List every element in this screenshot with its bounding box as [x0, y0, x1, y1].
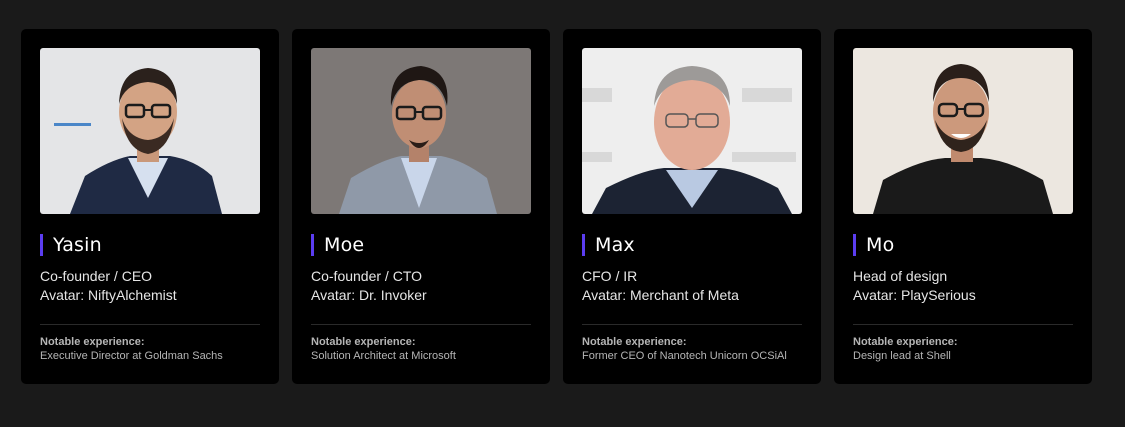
- divider: [40, 324, 260, 325]
- accent-bar: [853, 234, 856, 256]
- member-name: Mo: [866, 234, 895, 256]
- team-card-moe: Moe Co-founder / CTO Avatar: Dr. Invoker…: [292, 29, 550, 384]
- accent-bar: [582, 234, 585, 256]
- member-avatar: Avatar: Dr. Invoker: [311, 287, 427, 303]
- experience-label: Notable experience:: [311, 336, 416, 348]
- name-row: Mo: [853, 234, 1073, 256]
- experience-label: Notable experience:: [40, 336, 145, 348]
- member-role: CFO / IR: [582, 268, 638, 284]
- member-avatar: Avatar: Merchant of Meta: [582, 287, 739, 303]
- experience-text: Former CEO of Nanotech Unicorn OCSiAl: [582, 350, 787, 362]
- name-row: Moe: [311, 234, 531, 256]
- member-role: Co-founder / CEO: [40, 268, 153, 284]
- divider: [853, 324, 1073, 325]
- name-row: Max: [582, 234, 802, 256]
- name-row: Yasin: [40, 234, 260, 256]
- accent-bar: [311, 234, 314, 256]
- profile-photo: [40, 48, 260, 214]
- team-card-max: Max CFO / IR Avatar: Merchant of Meta No…: [563, 29, 821, 384]
- member-role: Co-founder / CTO: [311, 268, 423, 284]
- member-avatar: Avatar: PlaySerious: [853, 287, 976, 303]
- profile-photo: [853, 48, 1073, 214]
- profile-photo: [582, 48, 802, 214]
- team-card-yasin: Yasin Co-founder / CEO Avatar: NiftyAlch…: [21, 29, 279, 384]
- team-section: Yasin Co-founder / CEO Avatar: NiftyAlch…: [21, 29, 1092, 384]
- member-name: Yasin: [53, 234, 102, 256]
- member-name: Max: [595, 234, 635, 256]
- member-avatar: Avatar: NiftyAlchemist: [40, 287, 177, 303]
- profile-photo: [311, 48, 531, 214]
- team-card-mo: Mo Head of design Avatar: PlaySerious No…: [834, 29, 1092, 384]
- experience-label: Notable experience:: [582, 336, 687, 348]
- divider: [582, 324, 802, 325]
- member-name: Moe: [324, 234, 365, 256]
- experience-text: Design lead at Shell: [853, 350, 951, 362]
- divider: [311, 324, 531, 325]
- experience-text: Executive Director at Goldman Sachs: [40, 350, 223, 362]
- experience-text: Solution Architect at Microsoft: [311, 350, 456, 362]
- experience-label: Notable experience:: [853, 336, 958, 348]
- accent-bar: [40, 234, 43, 256]
- member-role: Head of design: [853, 268, 948, 284]
